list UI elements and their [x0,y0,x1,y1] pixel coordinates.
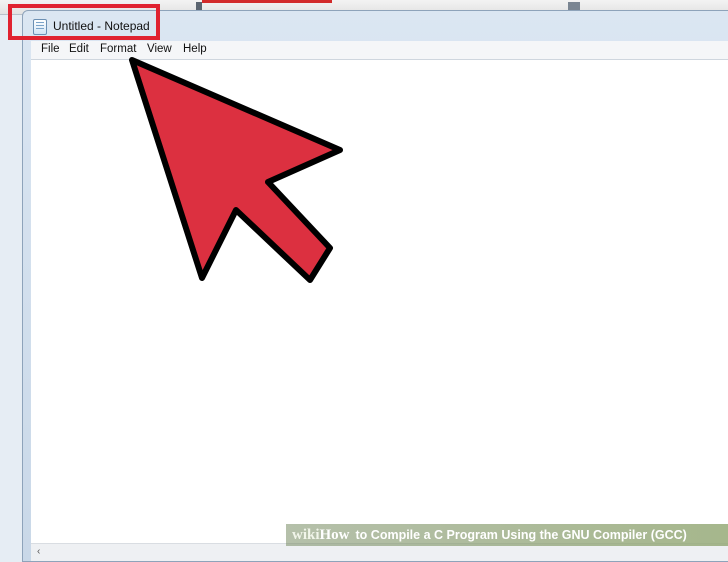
scroll-left-icon[interactable]: ‹ [37,546,40,557]
banner-wiki: wiki [292,526,320,543]
banner-title: to Compile a C Program Using the GNU Com… [355,528,687,542]
pointer-arrow-icon [129,57,343,283]
banner-how: How [319,526,350,543]
wikihow-banner: wiki How to Compile a C Program Using th… [286,524,728,546]
arrow-shape [129,57,343,283]
